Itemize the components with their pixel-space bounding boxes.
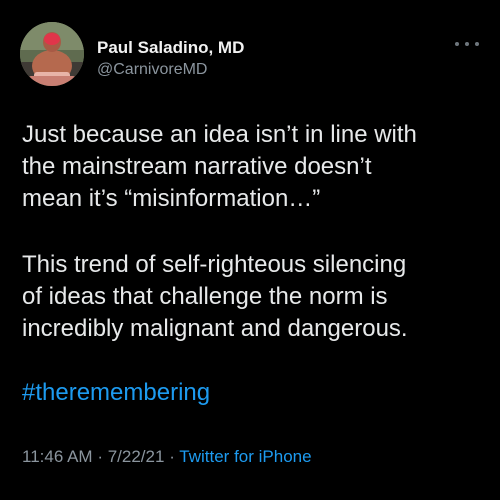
tweet-source-link[interactable]: Twitter for iPhone [179,447,311,466]
tweet-metadata: 11:46 AM · 7/22/21 · Twitter for iPhone [22,447,312,467]
meta-separator: · [169,447,175,466]
tweet-card: Paul Saladino, MD @CarnivoreMD Just beca… [0,0,500,500]
author-name[interactable]: Paul Saladino, MD [97,38,244,58]
hashtag-link[interactable]: #theremembering [22,377,210,409]
tweet-text-paragraph-1: Just because an idea isn’t in line with … [22,121,417,212]
profile-avatar[interactable] [20,22,84,86]
tweet-text-paragraph-2: This trend of self-righteous silencing o… [22,251,408,342]
tweet-time[interactable]: 11:46 AM [22,447,93,466]
more-options-icon[interactable] [455,38,479,50]
meta-separator: · [97,447,103,466]
tweet-date[interactable]: 7/22/21 [108,447,165,466]
more-dot [465,42,469,46]
more-dot [455,42,459,46]
more-dot [475,42,479,46]
author-handle[interactable]: @CarnivoreMD [97,61,207,79]
avatar-image [20,22,84,86]
